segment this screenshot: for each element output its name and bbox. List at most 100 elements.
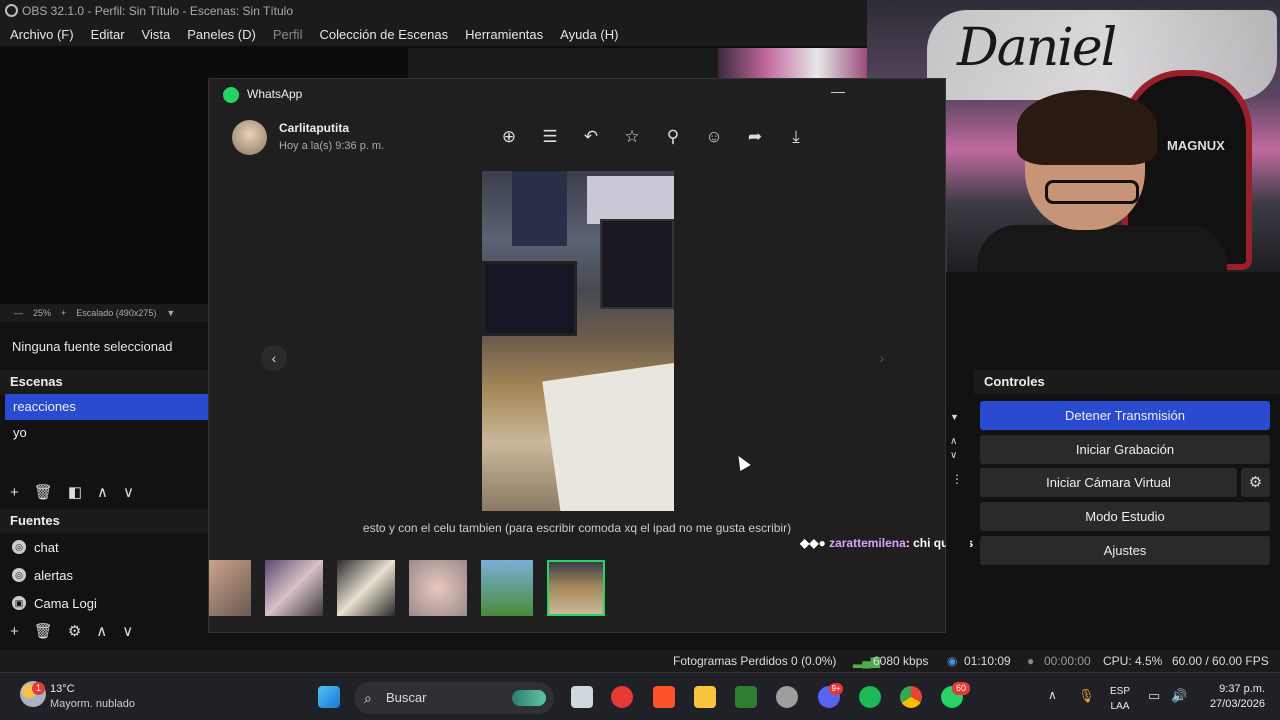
- menu-ayuda[interactable]: Ayuda (H): [560, 27, 618, 42]
- cpu-usage: CPU: 4.5%: [1103, 654, 1163, 668]
- network-icon[interactable]: ▭: [1148, 688, 1160, 704]
- stop-streaming-button[interactable]: Detener Transmisión: [980, 401, 1270, 430]
- language-code: ESP: [1110, 686, 1131, 697]
- dropped-frames: Fotogramas Perdidos 0 (0.0%): [673, 654, 837, 668]
- spotify-icon[interactable]: [859, 686, 881, 708]
- menu-bar: Archivo (F) Editar Vista Paneles (D) Per…: [0, 22, 867, 46]
- chevron-down-icon[interactable]: ∨: [950, 450, 957, 461]
- microphone-icon[interactable]: 🎙: [1078, 688, 1095, 704]
- next-arrow-icon[interactable]: ›: [869, 345, 895, 371]
- minimize-button[interactable]: —: [831, 83, 845, 99]
- studio-mode-button[interactable]: Modo Estudio: [980, 502, 1270, 531]
- move-up-icon[interactable]: ∧: [96, 622, 107, 640]
- scene-item-yo[interactable]: yo: [0, 420, 208, 446]
- zoom-in-button[interactable]: +: [61, 308, 66, 318]
- more-options-icon[interactable]: ⋮: [951, 472, 963, 486]
- filter-icon[interactable]: ◧: [68, 483, 82, 501]
- chrome-icon[interactable]: [900, 686, 922, 708]
- window-title: OBS 32.1.0 - Perfil: Sin Título - Escena…: [22, 4, 294, 18]
- record-time: 00:00:00: [1044, 654, 1091, 668]
- menu-herramientas[interactable]: Herramientas: [465, 27, 543, 42]
- previous-arrow-icon[interactable]: ‹: [261, 345, 287, 371]
- move-down-icon[interactable]: ∨: [123, 483, 134, 501]
- move-up-icon[interactable]: ∧: [97, 483, 108, 501]
- media-caption: esto y con el celu tambien (para escribi…: [362, 521, 792, 535]
- start-recording-button[interactable]: Iniciar Grabación: [980, 435, 1270, 464]
- app-icon[interactable]: [776, 686, 798, 708]
- remove-scene-icon[interactable]: 🗑: [34, 483, 53, 501]
- chevron-down-icon[interactable]: ▼: [166, 308, 175, 318]
- person-body: [977, 225, 1227, 272]
- whatsapp-title: WhatsApp: [247, 87, 303, 101]
- source-item-camara[interactable]: ▣ Cama Logi: [0, 589, 208, 617]
- folder-icon[interactable]: [694, 686, 716, 708]
- settings-button[interactable]: Ajustes: [980, 536, 1270, 565]
- source-item-chat[interactable]: ◎ chat: [0, 533, 208, 561]
- fps: 60.00 / 60.00 FPS: [1172, 654, 1269, 668]
- media-thumbnail[interactable]: [265, 560, 323, 616]
- recursive-preview-image: [408, 48, 867, 78]
- source-label: chat: [34, 539, 59, 555]
- scenes-spacer: [0, 446, 208, 478]
- scene-item-reacciones[interactable]: reacciones: [5, 394, 208, 420]
- menu-paneles[interactable]: Paneles (D): [187, 27, 256, 42]
- zoom-in-icon[interactable]: ⊕: [499, 127, 519, 147]
- avatar[interactable]: [232, 120, 267, 155]
- menu-vista[interactable]: Vista: [142, 27, 171, 42]
- text-icon[interactable]: ☰: [540, 127, 560, 147]
- menu-archivo[interactable]: Archivo (F): [10, 27, 74, 42]
- media-thumbnail-active[interactable]: [547, 560, 605, 616]
- window-title-bar: OBS 32.1.0 - Perfil: Sin Título - Escena…: [0, 0, 867, 22]
- windows-start-icon[interactable]: [318, 686, 340, 708]
- chevron-down-icon[interactable]: ▼: [950, 412, 959, 422]
- download-icon[interactable]: ⤓: [786, 127, 806, 147]
- pin-icon[interactable]: ⚲: [663, 127, 683, 147]
- sources-title: Fuentes: [0, 509, 208, 533]
- stream-icon: ◉: [947, 654, 958, 668]
- task-view-icon[interactable]: [571, 686, 593, 708]
- move-down-icon[interactable]: ∨: [122, 622, 133, 640]
- weather-desc: Mayorm. nublado: [50, 698, 135, 710]
- whatsapp-logo-icon: [223, 87, 239, 103]
- start-virtual-camera-button[interactable]: Iniciar Cámara Virtual: [980, 468, 1237, 497]
- badge-icon: ◆◆●: [800, 536, 826, 550]
- chevron-up-icon[interactable]: ∧: [950, 436, 957, 447]
- contact-name: Carlitaputita: [279, 121, 350, 135]
- audio-mixer-scroll: ▼ ∧ ∨ ⋮: [946, 370, 970, 642]
- source-item-alertas[interactable]: ◎ alertas: [0, 561, 208, 589]
- media-thumbnail[interactable]: [337, 560, 395, 616]
- discord-badge: 9+: [829, 683, 843, 695]
- media-thumbnail[interactable]: [209, 560, 251, 616]
- add-scene-icon[interactable]: +: [10, 484, 19, 501]
- media-thumbnail[interactable]: [481, 560, 533, 616]
- remove-source-icon[interactable]: 🗑: [34, 622, 53, 640]
- media-thumbnail[interactable]: [409, 560, 467, 616]
- clock[interactable]: 9:37 p.m. 27/03/2026: [1205, 682, 1265, 712]
- obs-logo-icon: [5, 4, 18, 17]
- gear-icon[interactable]: ⚙: [68, 622, 81, 640]
- reply-icon[interactable]: ↶: [581, 127, 601, 147]
- menu-perfil[interactable]: Perfil: [273, 27, 303, 42]
- sources-toolbar: + 🗑 ⚙ ∧ ∨: [0, 617, 208, 645]
- gear-icon[interactable]: ⚙: [1241, 468, 1270, 497]
- source-label: Cama Logi: [34, 595, 97, 611]
- menu-editar[interactable]: Editar: [91, 27, 125, 42]
- forward-icon[interactable]: ➦: [745, 127, 765, 147]
- app-icon[interactable]: [735, 686, 757, 708]
- volume-icon[interactable]: 🔊: [1171, 688, 1187, 704]
- add-source-icon[interactable]: +: [10, 623, 19, 640]
- zoom-out-button[interactable]: —: [14, 308, 23, 318]
- search-input[interactable]: ⌕ Buscar: [354, 682, 554, 714]
- search-label: Buscar: [386, 690, 427, 705]
- media-image[interactable]: [482, 171, 674, 511]
- opera-icon[interactable]: [611, 686, 633, 708]
- preview-zoom-bar: — 25% + Escalado (490x275) ▼: [0, 304, 208, 322]
- photo-laptop: [600, 219, 674, 309]
- chevron-up-icon[interactable]: ∧: [1048, 688, 1057, 702]
- star-icon[interactable]: ☆: [622, 127, 642, 147]
- emoji-icon[interactable]: ☺: [704, 127, 724, 147]
- menu-coleccion-escenas[interactable]: Colección de Escenas: [319, 27, 448, 42]
- brave-icon[interactable]: [653, 686, 675, 708]
- zoom-level: 25%: [33, 308, 52, 318]
- language-indicator[interactable]: ESP LAA: [1110, 684, 1130, 714]
